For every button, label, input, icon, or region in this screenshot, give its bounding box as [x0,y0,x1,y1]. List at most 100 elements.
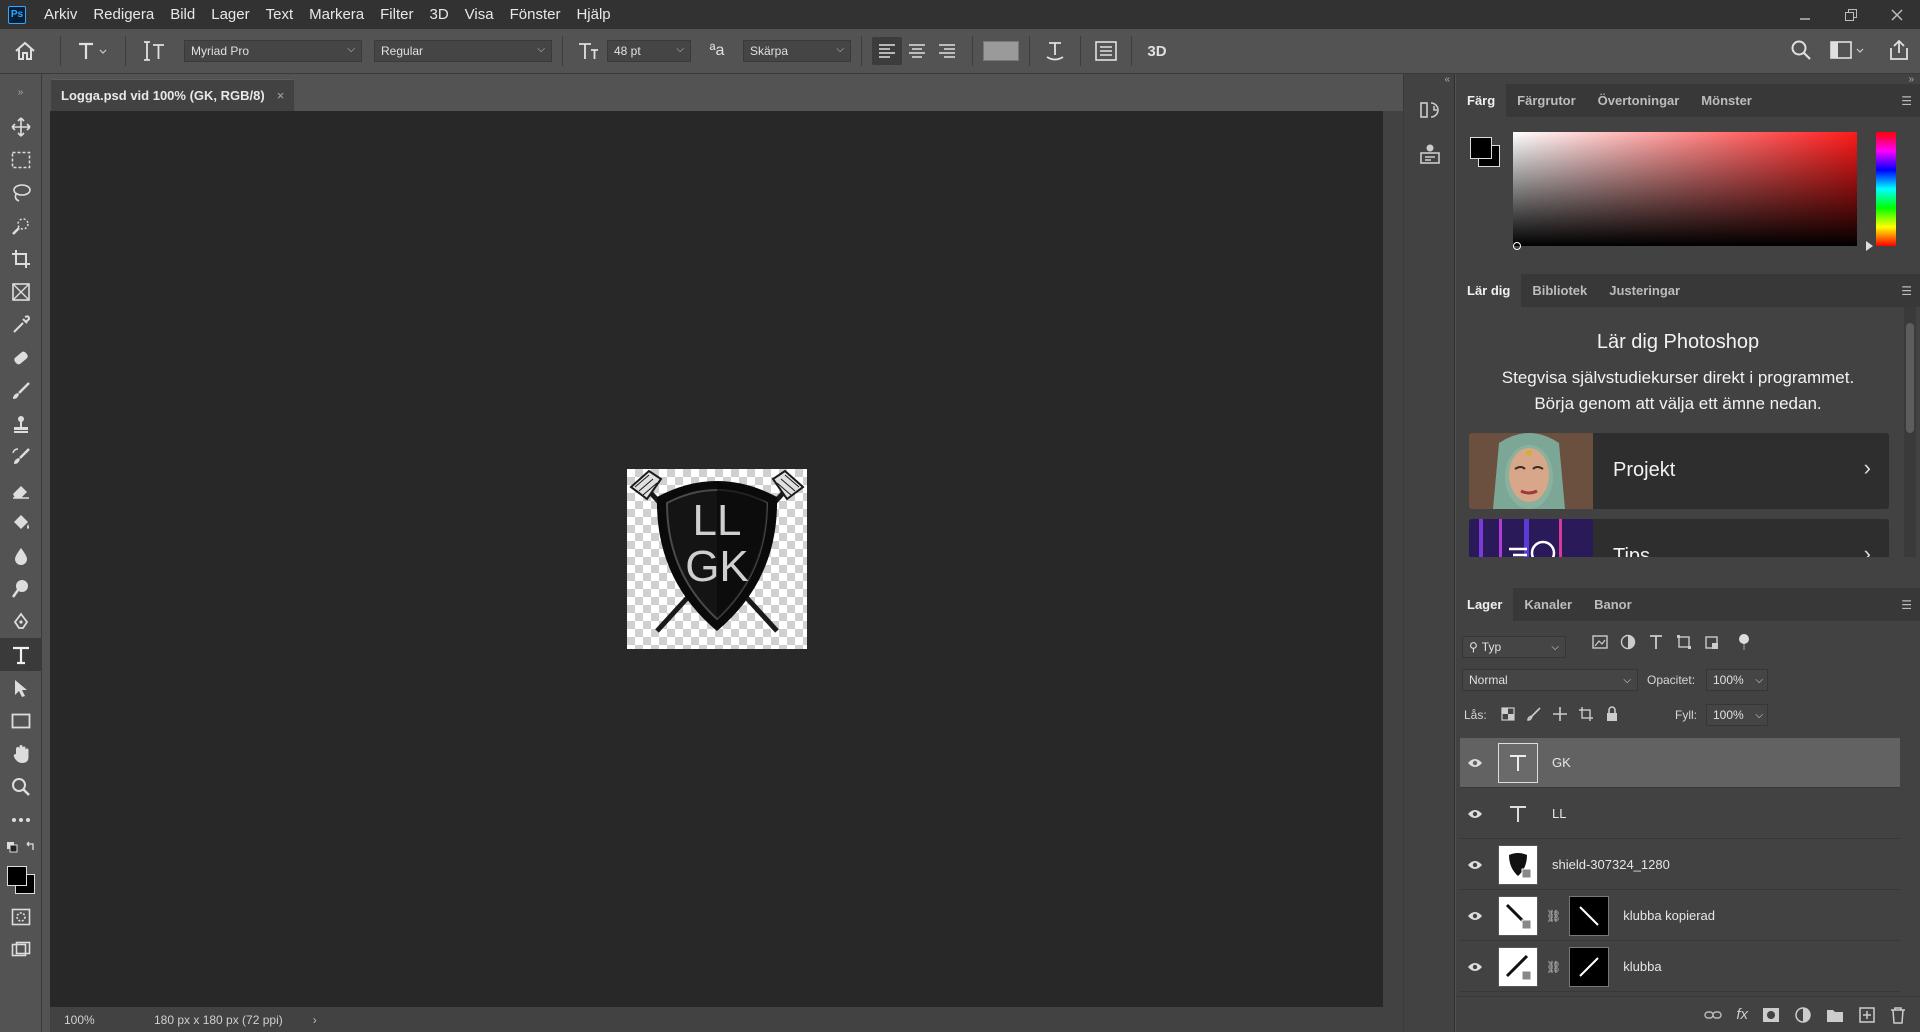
layer-row[interactable]: ⛓ klubba kopierad [1460,891,1900,941]
visibility-eye-icon[interactable] [1460,808,1490,820]
menu-bild[interactable]: Bild [170,6,195,23]
align-right-button[interactable] [932,37,962,65]
pen-tool-icon[interactable] [0,605,42,638]
tab-banor[interactable]: Banor [1583,588,1643,621]
marquee-tool-icon[interactable] [0,143,42,176]
panel-menu-icon[interactable]: ☰ [1901,284,1912,298]
type-tool-icon[interactable] [0,638,42,671]
eraser-tool-icon[interactable] [0,473,42,506]
layer-name[interactable]: shield-307324_1280 [1552,857,1670,872]
tab-lar-dig[interactable]: Lär dig [1456,274,1522,307]
blur-tool-icon[interactable] [0,539,42,572]
minimize-icon[interactable] [1782,0,1828,29]
properties-panel-icon[interactable] [1404,132,1456,176]
layer-filter-dropdown[interactable]: ⚲ Typ ⌵ [1462,636,1566,658]
menu-lager[interactable]: Lager [211,6,249,23]
add-mask-icon[interactable] [1762,1007,1780,1023]
link-layers-icon[interactable] [1704,1009,1723,1021]
hue-slider[interactable] [1876,132,1896,246]
menu-arkiv[interactable]: Arkiv [44,6,77,23]
layer-name[interactable]: klubba kopierad [1623,908,1715,923]
visibility-eye-icon[interactable] [1460,859,1490,871]
share-icon[interactable] [1888,39,1910,61]
layer-row[interactable]: ⛓ klubba [1460,942,1900,992]
fx-icon[interactable]: fx [1736,1006,1748,1023]
mask-thumbnail[interactable] [1569,946,1610,987]
document-tab[interactable]: Logga.psd vid 100% (GK, RGB/8) × [51,79,295,111]
visibility-eye-icon[interactable] [1460,757,1490,769]
expand-dock-icon[interactable]: « [1404,74,1454,88]
layer-row[interactable]: GK [1460,738,1900,788]
menu-text[interactable]: Text [266,6,294,23]
filter-toggle-icon[interactable] [1732,634,1752,650]
move-tool-icon[interactable] [0,110,42,143]
delete-layer-icon[interactable] [1890,1006,1906,1024]
tab-overtoningar[interactable]: Övertoningar [1587,84,1691,117]
paint-bucket-tool-icon[interactable] [0,506,42,539]
filter-type-icon[interactable] [1648,634,1664,650]
path-selection-tool-icon[interactable] [0,671,42,704]
new-adjustment-layer-icon[interactable] [1794,1006,1812,1024]
learn-card-projekt[interactable]: Projekt › [1469,433,1889,509]
menu-3d[interactable]: 3D [429,6,448,23]
history-panel-icon[interactable] [1404,88,1456,132]
color-foreground-swatch[interactable] [1470,137,1492,159]
more-tools-icon[interactable] [0,803,42,836]
font-size-dropdown[interactable]: 48 pt ⌵ [607,40,691,62]
panel-menu-icon[interactable]: ☰ [1901,598,1912,612]
tab-bibliotek[interactable]: Bibliotek [1521,274,1598,307]
lock-artboard-icon[interactable] [1578,706,1594,722]
quick-selection-tool-icon[interactable] [0,209,42,242]
filter-shape-icon[interactable] [1676,634,1692,650]
tab-farg[interactable]: Färg [1456,84,1507,117]
menu-markera[interactable]: Markera [309,6,364,23]
filter-pixel-icon[interactable] [1592,634,1608,650]
learn-card-tips[interactable]: Tips › [1469,519,1889,557]
filter-smart-object-icon[interactable] [1704,634,1720,650]
screen-mode-icon[interactable] [0,933,42,966]
tab-justeringar[interactable]: Justeringar [1598,274,1691,307]
visibility-eye-icon[interactable] [1460,961,1490,973]
new-group-icon[interactable] [1826,1007,1844,1023]
workspace-icon[interactable] [1828,39,1868,61]
color-swatches[interactable] [0,860,41,900]
home-icon[interactable] [0,29,50,74]
quick-mask-icon[interactable] [0,900,42,933]
warp-text-icon[interactable] [1040,40,1070,62]
tab-kanaler[interactable]: Kanaler [1513,588,1583,621]
default-colors-icon[interactable] [0,836,42,860]
menu-fonster[interactable]: Fönster [510,6,561,23]
history-brush-tool-icon[interactable] [0,440,42,473]
crop-tool-icon[interactable] [0,242,42,275]
font-family-dropdown[interactable]: Myriad Pro ⌵ [184,40,362,62]
visibility-eye-icon[interactable] [1460,910,1490,922]
layer-row[interactable]: LL [1460,789,1900,839]
3d-button[interactable]: 3D [1142,43,1172,60]
color-picker-handle[interactable] [1513,242,1521,250]
lock-pixels-icon[interactable] [1526,706,1542,722]
vertical-scrollbar[interactable] [1383,111,1403,1007]
color-picker-field[interactable] [1513,132,1857,250]
clone-stamp-tool-icon[interactable] [0,407,42,440]
align-center-button[interactable] [902,37,932,65]
close-icon[interactable]: × [277,88,285,103]
eyedropper-tool-icon[interactable] [0,308,42,341]
layer-name[interactable]: LL [1552,806,1566,821]
close-icon[interactable] [1874,0,1920,29]
learn-scrollbar-thumb[interactable] [1906,323,1914,433]
restore-icon[interactable] [1828,0,1874,29]
fill-input[interactable]: 100% ⌵ [1706,704,1768,726]
frame-tool-icon[interactable] [0,275,42,308]
antialias-dropdown[interactable]: Skärpa ⌵ [743,40,851,62]
menu-redigera[interactable]: Redigera [93,6,154,23]
new-layer-icon[interactable] [1858,1006,1876,1024]
foreground-color-swatch[interactable] [7,866,27,886]
layer-name[interactable]: GK [1552,755,1571,770]
healing-brush-tool-icon[interactable] [0,341,42,374]
character-panel-icon[interactable] [1091,41,1121,61]
text-orientation-icon[interactable] [136,31,172,71]
tab-fargrutor[interactable]: Färgrutor [1506,84,1587,117]
text-tool-preset-icon[interactable] [71,31,115,71]
font-style-dropdown[interactable]: Regular ⌵ [374,40,552,62]
lasso-tool-icon[interactable] [0,176,42,209]
